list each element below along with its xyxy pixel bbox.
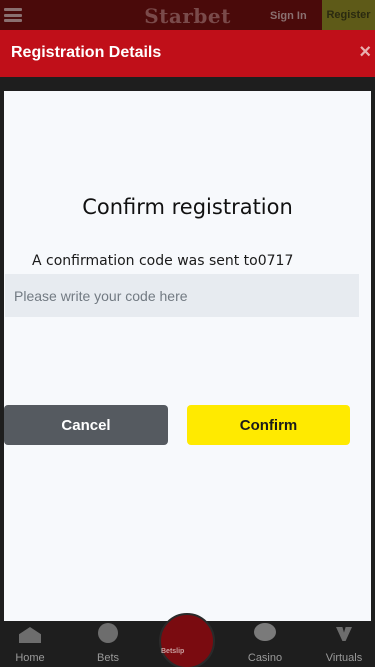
nav-label-home: Home	[15, 652, 45, 664]
casino-icon	[254, 623, 276, 641]
modal-title: Registration Details	[11, 44, 162, 61]
sign-in-link[interactable]: Sign In	[270, 10, 307, 22]
top-header: Starbet Sign In Register	[0, 0, 375, 30]
nav-item-casino[interactable]: Casino	[235, 621, 295, 667]
nav-item-home[interactable]: Home	[0, 621, 60, 667]
confirmation-message: A confirmation code was sent to0717	[32, 253, 294, 269]
confirm-heading: Confirm registration	[82, 195, 293, 219]
confirm-button[interactable]: Confirm	[187, 405, 350, 445]
virtuals-icon	[336, 627, 352, 641]
nav-item-virtuals[interactable]: Virtuals	[314, 621, 374, 667]
nav-label-betslip: Betslip	[161, 648, 185, 655]
bets-icon	[98, 623, 118, 643]
home-icon	[19, 627, 41, 643]
bottom-navigation: Home Bets Betslip Casino Virtuals	[0, 613, 375, 667]
nav-item-betslip[interactable]: Betslip	[159, 613, 215, 667]
modal-header: Registration Details ×	[0, 30, 375, 77]
brand-logo: Starbet	[144, 4, 231, 28]
nav-label-virtuals: Virtuals	[325, 652, 363, 664]
nav-label-casino: Casino	[247, 652, 283, 664]
register-button[interactable]: Register	[322, 0, 375, 30]
confirmation-code-input[interactable]	[5, 274, 359, 317]
modal-body: Confirm registration A confirmation code…	[4, 91, 371, 621]
close-icon[interactable]: ×	[359, 42, 371, 62]
nav-item-bets[interactable]: Bets	[78, 621, 138, 667]
cancel-button[interactable]: Cancel	[4, 405, 168, 445]
nav-label-bets: Bets	[96, 652, 119, 664]
